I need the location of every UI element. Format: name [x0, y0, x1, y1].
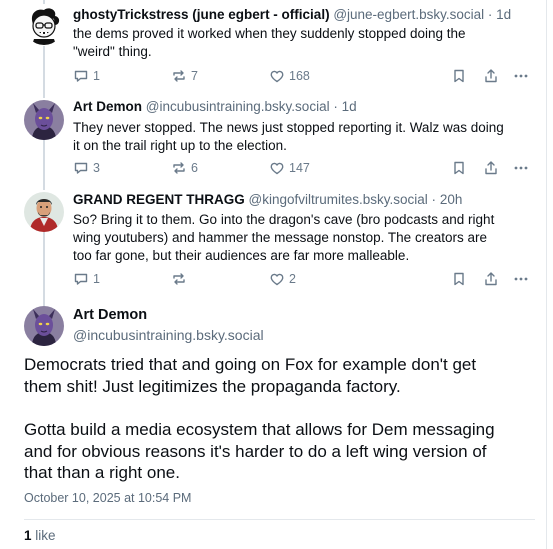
like-count: 147 — [289, 161, 310, 175]
post-actions: 1 7 168 — [73, 66, 530, 86]
like-label: like — [35, 528, 56, 543]
bookmark-button[interactable] — [451, 158, 467, 178]
post-text: Gotta build a media ecosystem that allow… — [24, 419, 534, 484]
post-text-line: They never stopped. The news just stoppe… — [73, 120, 504, 135]
post-text: They never stopped. The news just stoppe… — [73, 119, 528, 155]
reply-count: 3 — [93, 161, 100, 175]
repost-button[interactable]: 6 — [171, 158, 198, 178]
post-text-line: them shit! Just legitimizes the propagan… — [24, 376, 401, 396]
like-total: 1 — [24, 528, 32, 543]
reply-post[interactable]: ghostyTrickstress (june egbert - officia… — [0, 0, 540, 95]
reply-icon — [74, 70, 88, 82]
avatar[interactable] — [24, 306, 64, 346]
repost-icon — [173, 273, 185, 285]
more-icon — [514, 74, 528, 78]
more-options-button[interactable] — [513, 66, 529, 86]
share-icon — [485, 272, 497, 286]
bookmark-icon — [454, 69, 464, 83]
bookmark-icon — [454, 161, 464, 175]
thread-view: ghostyTrickstress (june egbert - officia… — [0, 0, 553, 549]
post-text: the dems proved it worked when they sudd… — [73, 25, 528, 61]
likes-summary[interactable]: 1 like — [24, 528, 56, 543]
reply-icon — [74, 162, 88, 174]
handle[interactable]: @incubusintraining.bsky.social — [146, 99, 330, 114]
post-timestamp[interactable]: October 10, 2025 at 10:54 PM — [24, 491, 191, 505]
right-border — [546, 0, 547, 549]
repost-icon — [173, 70, 185, 82]
display-name[interactable]: GRAND REGENT THRAGG — [73, 192, 245, 207]
post-text-line: that than a right one. — [24, 463, 180, 482]
bookmark-button[interactable] — [451, 66, 467, 86]
post-header: GRAND REGENT THRAGG @kingofviltrumites.b… — [73, 191, 530, 209]
like-button[interactable]: 147 — [269, 158, 310, 178]
post-text-line: the dems proved it worked when they sudd… — [73, 26, 466, 41]
like-count: 2 — [289, 272, 296, 286]
avatar-demon-icon — [24, 100, 64, 140]
post-time[interactable]: 20h — [440, 192, 463, 207]
more-icon — [514, 166, 528, 170]
more-icon — [514, 277, 528, 281]
repost-button[interactable] — [171, 269, 191, 289]
bookmark-button[interactable] — [451, 269, 467, 289]
handle[interactable]: @kingofviltrumites.bsky.social — [249, 192, 428, 207]
avatar-thragg-icon — [24, 192, 64, 232]
reply-button[interactable]: 1 — [73, 66, 100, 86]
post-actions: 3 6 147 — [73, 158, 530, 178]
post-text-line: "weird" thing. — [73, 44, 152, 59]
more-options-button[interactable] — [513, 158, 529, 178]
post-text: So? Bring it to them. Go into the dragon… — [73, 211, 528, 265]
heart-icon — [270, 70, 284, 83]
reply-button[interactable]: 1 — [73, 269, 100, 289]
share-button[interactable] — [483, 66, 499, 86]
display-name[interactable]: Art Demon — [73, 99, 142, 114]
share-icon — [485, 69, 497, 83]
post-text-line: and for obvious reasons it's harder to d… — [24, 441, 487, 461]
post-text-line: So? Bring it to them. Go into the dragon… — [73, 212, 495, 227]
more-options-button[interactable] — [513, 269, 529, 289]
post-header: ghostyTrickstress (june egbert - officia… — [73, 6, 530, 24]
like-button[interactable]: 2 — [269, 269, 296, 289]
post-text: Democrats tried that and going on Fox fo… — [24, 354, 534, 397]
post-actions: 1 2 — [73, 269, 530, 289]
post-text-line: Gotta build a media ecosystem that allow… — [24, 420, 495, 439]
reply-post[interactable]: GRAND REGENT THRAGG @kingofviltrumites.b… — [0, 187, 540, 297]
post-text-line: wing youtubers) and hammer the message n… — [73, 230, 487, 245]
repost-icon — [173, 162, 185, 174]
repost-count: 6 — [191, 161, 198, 175]
heart-icon — [270, 162, 284, 175]
post-header: Art Demon @incubusintraining.bsky.social… — [73, 98, 530, 116]
avatar-demon-icon — [24, 306, 64, 346]
post-time[interactable]: 1d — [342, 99, 357, 114]
heart-icon — [270, 273, 284, 286]
avatar[interactable] — [24, 192, 64, 232]
share-icon — [485, 161, 497, 175]
reply-post[interactable]: Art Demon @incubusintraining.bsky.social… — [0, 95, 540, 187]
like-button[interactable]: 168 — [269, 66, 310, 86]
share-button[interactable] — [483, 269, 499, 289]
reply-button[interactable]: 3 — [73, 158, 100, 178]
post-time[interactable]: 1d — [496, 7, 511, 22]
reply-count: 1 — [93, 272, 100, 286]
repost-count: 7 — [191, 69, 198, 83]
reply-icon — [74, 273, 88, 285]
handle[interactable]: @june-egbert.bsky.social — [333, 7, 484, 22]
separator: · — [431, 192, 437, 207]
reply-count: 1 — [93, 69, 100, 83]
avatar[interactable] — [24, 5, 64, 45]
divider — [24, 519, 535, 520]
avatar[interactable] — [24, 100, 64, 140]
avatar-ghosty-icon — [24, 5, 64, 45]
display-name[interactable]: ghostyTrickstress (june egbert - officia… — [73, 7, 330, 22]
separator: · — [333, 99, 338, 114]
share-button[interactable] — [483, 158, 499, 178]
handle[interactable]: @incubusintraining.bsky.social — [73, 327, 264, 343]
repost-button[interactable]: 7 — [171, 66, 198, 86]
like-count: 168 — [289, 69, 310, 83]
post-text-line: too far gone, but their audiences are fa… — [73, 248, 410, 263]
separator: · — [487, 7, 493, 22]
display-name[interactable]: Art Demon — [73, 307, 147, 323]
post-text-line: it on the trail right up to the election… — [73, 138, 287, 153]
post-text-line: Democrats tried that and going on Fox fo… — [24, 355, 477, 374]
bookmark-icon — [454, 272, 464, 286]
